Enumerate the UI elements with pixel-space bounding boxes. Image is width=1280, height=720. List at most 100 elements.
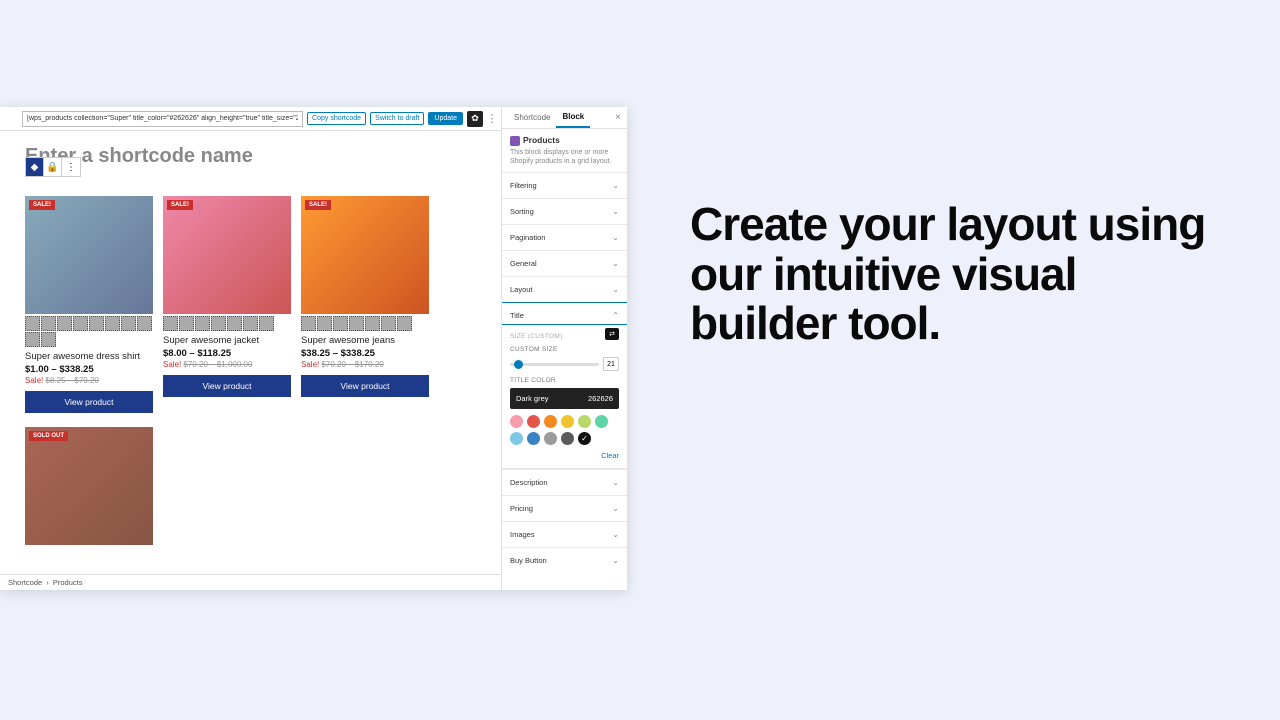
settings-button[interactable]: ✿ bbox=[467, 111, 483, 127]
color-swatch[interactable] bbox=[561, 432, 574, 445]
product-title: Super awesome dress shirt bbox=[25, 351, 153, 362]
product-image[interactable] bbox=[163, 196, 291, 314]
product-image[interactable] bbox=[301, 196, 429, 314]
product-thumb[interactable] bbox=[259, 316, 274, 331]
canvas: Enter a shortcode name ◆ 🔒 ⋮ SALE! Super… bbox=[0, 131, 501, 545]
chevron-down-icon: ⌄ bbox=[612, 530, 619, 539]
product-thumb[interactable] bbox=[105, 316, 120, 331]
tab-shortcode[interactable]: Shortcode bbox=[508, 108, 556, 127]
product-thumb[interactable] bbox=[301, 316, 316, 331]
selected-color-preview[interactable]: Dark grey262626 bbox=[510, 388, 619, 409]
soldout-badge: SOLD OUT bbox=[29, 431, 68, 441]
product-sale-row: Sale! $70.20 – $170.20 bbox=[301, 360, 429, 369]
section-sorting[interactable]: Sorting⌄ bbox=[502, 198, 627, 224]
section-filtering[interactable]: Filtering⌄ bbox=[502, 172, 627, 198]
product-thumb[interactable] bbox=[227, 316, 242, 331]
product-thumb[interactable] bbox=[121, 316, 136, 331]
block-move-icon[interactable]: ◆ bbox=[26, 158, 44, 176]
thumbs-row bbox=[25, 316, 153, 347]
section-pricing[interactable]: Pricing⌄ bbox=[502, 495, 627, 521]
product-thumb[interactable] bbox=[89, 316, 104, 331]
product-thumb[interactable] bbox=[243, 316, 258, 331]
size-label: SIZE (CUSTOM) bbox=[510, 333, 563, 340]
product-title: Super awesome jeans bbox=[301, 335, 429, 346]
chevron-up-icon: ⌃ bbox=[612, 311, 619, 320]
clear-color-link[interactable]: Clear bbox=[510, 451, 619, 460]
product-thumb[interactable] bbox=[41, 316, 56, 331]
product-thumb[interactable] bbox=[179, 316, 194, 331]
product-block-icon bbox=[510, 136, 520, 146]
product-thumb[interactable] bbox=[365, 316, 380, 331]
block-more-icon[interactable]: ⋮ bbox=[62, 158, 80, 176]
reset-size-button[interactable]: ⇄ bbox=[605, 328, 619, 340]
menu-button[interactable]: ⋮ bbox=[487, 112, 497, 125]
product-thumb[interactable] bbox=[25, 332, 40, 347]
block-toolbar[interactable]: ◆ 🔒 ⋮ bbox=[25, 157, 81, 177]
section-title[interactable]: Title⌃ bbox=[501, 302, 627, 325]
block-header: Products This block displays one or more… bbox=[502, 129, 627, 172]
view-product-button[interactable]: View product bbox=[301, 375, 429, 397]
tab-block[interactable]: Block bbox=[556, 107, 590, 128]
product-thumb[interactable] bbox=[41, 332, 56, 347]
product-thumb[interactable] bbox=[211, 316, 226, 331]
color-swatch[interactable] bbox=[510, 432, 523, 445]
product-thumb[interactable] bbox=[25, 316, 40, 331]
product-title: Super awesome jacket bbox=[163, 335, 291, 346]
color-swatch[interactable] bbox=[595, 415, 608, 428]
top-bar: Copy shortcode Switch to draft Update ✿ … bbox=[0, 107, 501, 131]
tagline: Create your layout using our intuitive v… bbox=[690, 200, 1230, 349]
sidebar-panel: Shortcode Block × Products This block di… bbox=[501, 107, 627, 590]
color-swatch[interactable] bbox=[578, 415, 591, 428]
color-swatch[interactable]: ✓ bbox=[578, 432, 591, 445]
chevron-down-icon: ⌄ bbox=[612, 556, 619, 565]
color-swatch[interactable] bbox=[544, 432, 557, 445]
chevron-down-icon: ⌄ bbox=[612, 181, 619, 190]
section-pagination[interactable]: Pagination⌄ bbox=[502, 224, 627, 250]
lock-icon[interactable]: 🔒 bbox=[44, 158, 62, 176]
size-value-input[interactable] bbox=[603, 357, 619, 371]
section-layout[interactable]: Layout⌄ bbox=[502, 276, 627, 302]
editor-area: Copy shortcode Switch to draft Update ✿ … bbox=[0, 107, 501, 590]
product-thumb[interactable] bbox=[57, 316, 72, 331]
size-slider[interactable] bbox=[510, 363, 599, 366]
product-thumb[interactable] bbox=[381, 316, 396, 331]
switch-draft-button[interactable]: Switch to draft bbox=[370, 112, 424, 125]
product-image[interactable] bbox=[25, 196, 153, 314]
color-swatch[interactable] bbox=[510, 415, 523, 428]
shortcode-input[interactable] bbox=[22, 111, 303, 127]
product-card: SALE! Super awesome jeans $38.25 – $338.… bbox=[301, 196, 429, 413]
product-image[interactable] bbox=[25, 427, 153, 545]
shortcode-name-input[interactable]: Enter a shortcode name bbox=[25, 145, 481, 168]
copy-shortcode-button[interactable]: Copy shortcode bbox=[307, 112, 366, 125]
section-buy-button[interactable]: Buy Button⌄ bbox=[502, 547, 627, 573]
product-thumb[interactable] bbox=[163, 316, 178, 331]
section-general[interactable]: General⌄ bbox=[502, 250, 627, 276]
color-swatch[interactable] bbox=[561, 415, 574, 428]
product-sale-row: Sale! $70.20 – $1,000.00 bbox=[163, 360, 291, 369]
product-thumb[interactable] bbox=[397, 316, 412, 331]
product-thumb[interactable] bbox=[137, 316, 152, 331]
view-product-button[interactable]: View product bbox=[163, 375, 291, 397]
color-swatch[interactable] bbox=[527, 432, 540, 445]
product-price: $38.25 – $338.25 bbox=[301, 348, 429, 359]
close-panel-icon[interactable]: × bbox=[615, 112, 621, 123]
view-product-button[interactable]: View product bbox=[25, 391, 153, 413]
product-thumb[interactable] bbox=[349, 316, 364, 331]
update-button[interactable]: Update bbox=[428, 112, 463, 125]
thumbs-row bbox=[301, 316, 429, 331]
chevron-down-icon: ⌄ bbox=[612, 285, 619, 294]
product-thumb[interactable] bbox=[317, 316, 332, 331]
product-thumb[interactable] bbox=[333, 316, 348, 331]
product-grid: SALE! Super awesome dress shirt $1.00 – … bbox=[25, 196, 481, 413]
section-description[interactable]: Description⌄ bbox=[502, 469, 627, 495]
color-swatch[interactable] bbox=[527, 415, 540, 428]
breadcrumb[interactable]: Shortcode › Products bbox=[0, 574, 501, 590]
color-swatch[interactable] bbox=[544, 415, 557, 428]
product-thumb[interactable] bbox=[195, 316, 210, 331]
color-swatches: ✓ bbox=[510, 415, 619, 445]
section-images[interactable]: Images⌄ bbox=[502, 521, 627, 547]
product-price: $8.00 – $118.25 bbox=[163, 348, 291, 359]
product-thumb[interactable] bbox=[73, 316, 88, 331]
chevron-down-icon: ⌄ bbox=[612, 207, 619, 216]
title-color-label: TITLE COLOR bbox=[510, 377, 619, 384]
